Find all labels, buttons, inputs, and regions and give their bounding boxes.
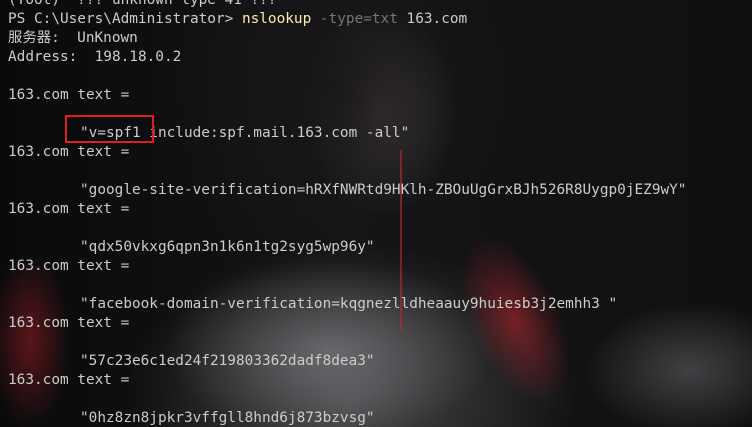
spf-highlight-box	[65, 115, 154, 143]
record-value: "57c23e6c1ed24f219803362dadf8dea3"	[8, 352, 686, 371]
record-header: 163.com text =	[8, 315, 130, 331]
record-value: "google-site-verification=hRXfNWRtd9HKlh…	[8, 181, 686, 200]
record-header: 163.com text =	[8, 258, 130, 274]
record-header: 163.com text =	[8, 144, 130, 160]
record-header: 163.com text =	[8, 201, 130, 217]
record-value-text: "google-site-verification=hRXfNWRtd9HKlh…	[80, 182, 687, 198]
record-value: "qdx50vkxg6qpn3n1k6n1tg2syg5wp96y"	[8, 238, 686, 257]
command-line: PS C:\Users\Administrator> nslookup -typ…	[8, 10, 686, 29]
terminal-window[interactable]: (Toot) ??? unknown type 41 ??? PS C:\Use…	[0, 0, 752, 427]
record-value-text: "0hz8zn8jpkr3vffgll8hnd6j873bzvsg"	[80, 410, 375, 426]
record-value-text: "facebook-domain-verification=kqgnezlldh…	[80, 296, 618, 312]
command-name: nslookup	[241, 11, 312, 27]
record-header: 163.com text =	[8, 372, 130, 388]
terminal-output[interactable]: (Toot) ??? unknown type 41 ??? PS C:\Use…	[8, 0, 686, 427]
record-value-text: "57c23e6c1ed24f219803362dadf8dea3"	[80, 353, 375, 369]
command-flag: -type=txt	[311, 11, 398, 27]
server-line: 服务器: UnKnown	[8, 30, 138, 46]
prompt: PS C:\Users\Administrator>	[8, 11, 242, 27]
output-line-partial: (Toot) ??? unknown type 41 ???	[8, 0, 277, 8]
record-value: "0hz8zn8jpkr3vffgll8hnd6j873bzvsg"	[8, 409, 686, 427]
record-value: "facebook-domain-verification=kqgnezlldh…	[8, 295, 686, 314]
address-line: Address: 198.18.0.2	[8, 49, 182, 65]
record-header: 163.com text =	[8, 87, 130, 103]
record-value-text: "qdx50vkxg6qpn3n1k6n1tg2syg5wp96y"	[80, 239, 375, 255]
command-argument: 163.com	[397, 11, 468, 27]
